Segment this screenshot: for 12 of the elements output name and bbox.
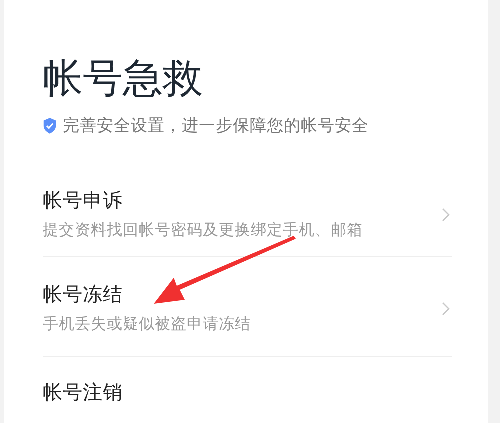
shield-check-icon <box>43 118 57 134</box>
item-title: 帐号注销 <box>43 381 123 404</box>
subtitle: 完善安全设置，进一步保障您的帐号安全 <box>63 115 369 137</box>
chevron-right-icon <box>442 302 450 316</box>
item-description: 提交资料找回帐号密码及更换绑定手机、邮箱 <box>43 220 363 240</box>
page-title: 帐号急救 <box>43 55 204 103</box>
item-title: 帐号申诉 <box>43 189 124 212</box>
menu-item[interactable]: 帐号注销 <box>43 356 452 404</box>
chevron-right-icon <box>442 208 450 222</box>
item-title: 帐号冻结 <box>43 283 124 306</box>
item-description: 手机丢失或疑似被盗申请冻结 <box>43 314 251 334</box>
menu-item[interactable]: 帐号申诉 提交资料找回帐号密码及更换绑定手机、邮箱 <box>43 173 452 256</box>
